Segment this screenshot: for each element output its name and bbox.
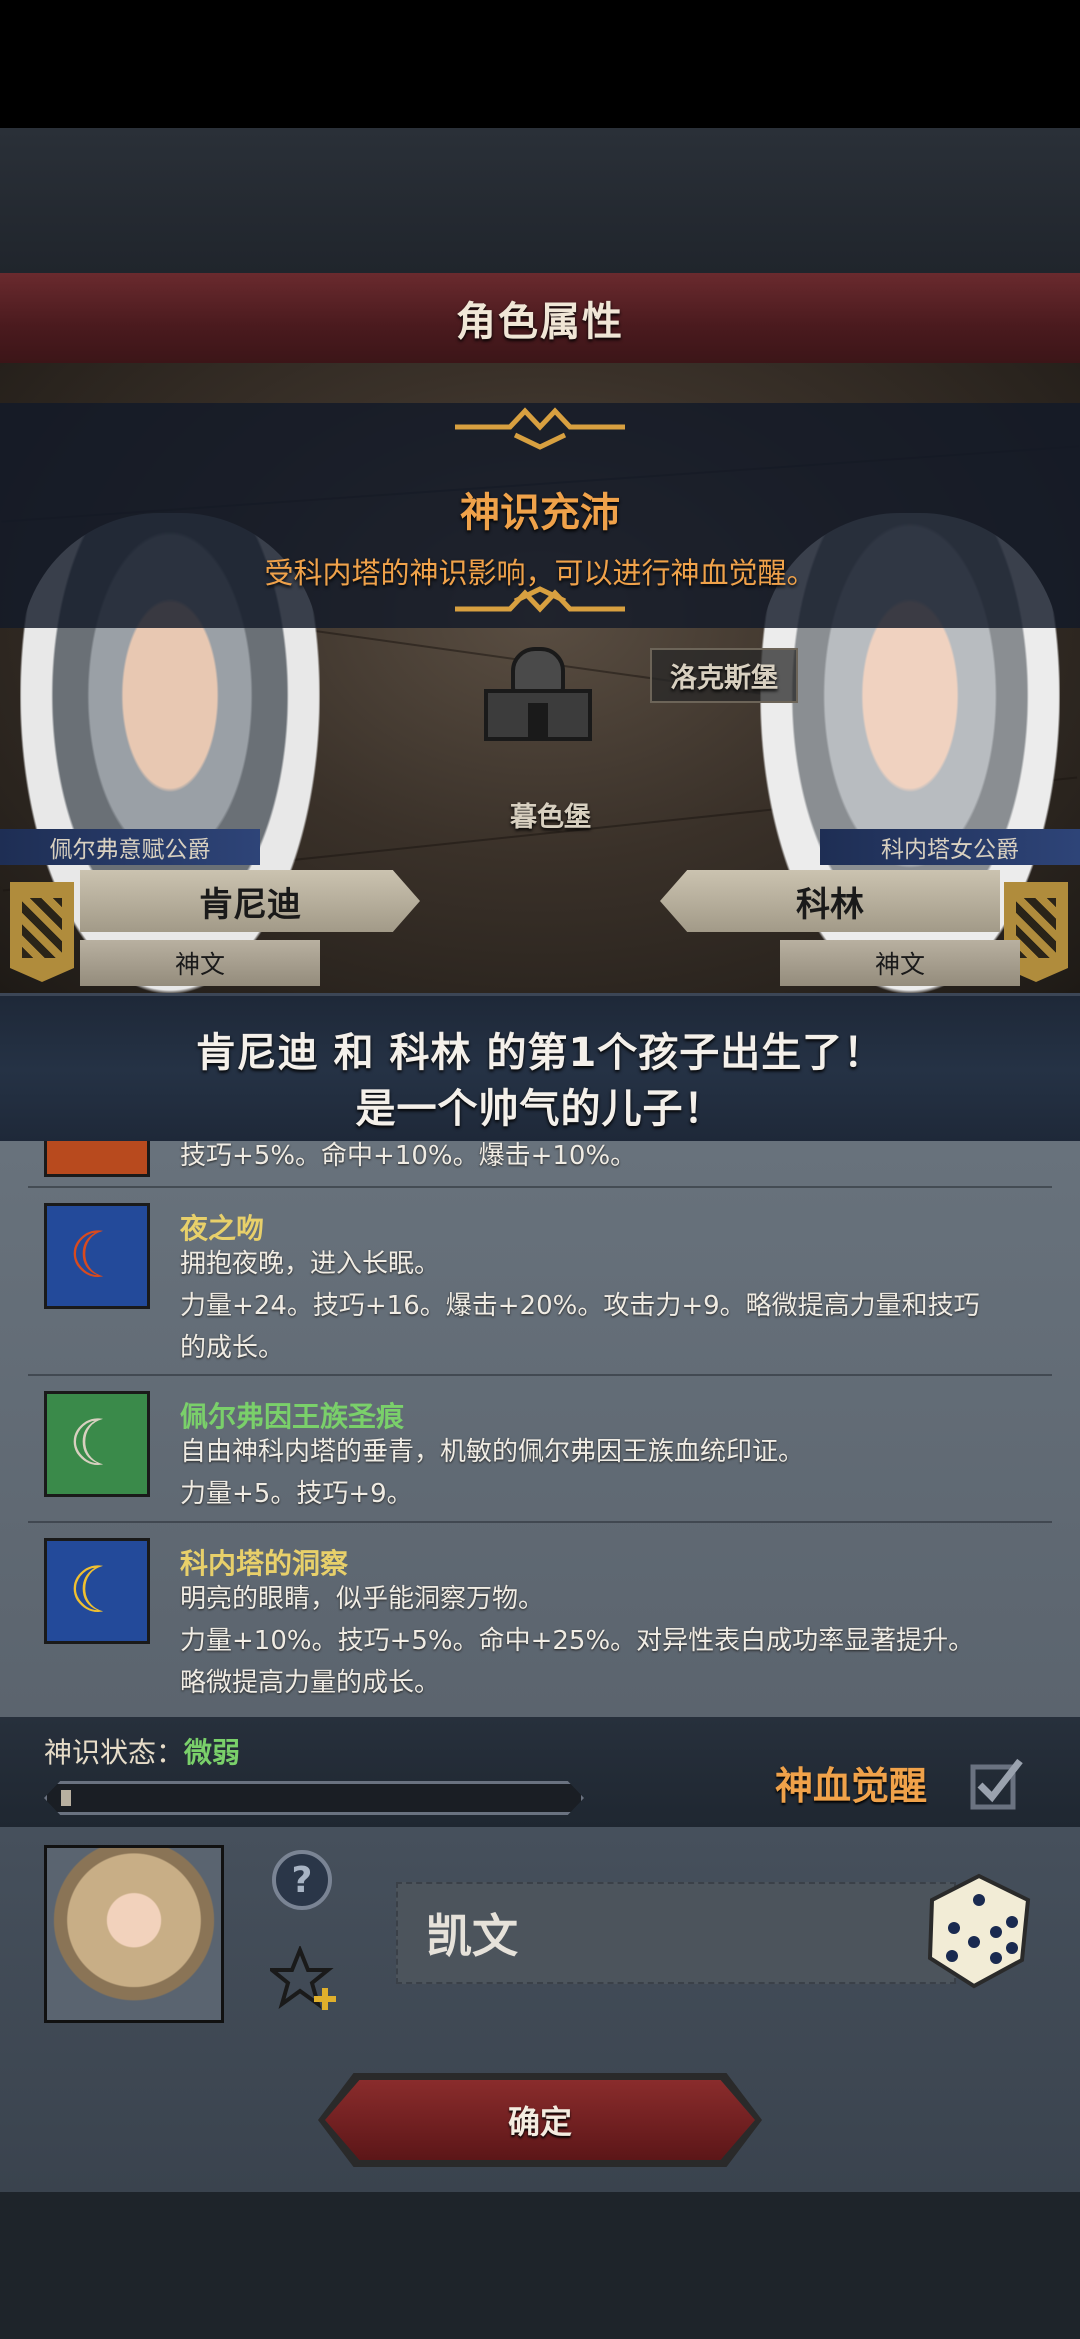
footer-panel — [0, 2192, 1080, 2339]
trait-description: 力量+5。技巧+9。 — [180, 1479, 413, 1509]
star-add-icon[interactable] — [270, 1946, 340, 2012]
divine-status-panel: 神识状态：微弱 神血觉醒 — [0, 1717, 1080, 1827]
confirm-button[interactable]: 确定 — [325, 2080, 755, 2160]
top-panel — [0, 128, 1080, 273]
trait-description: 明亮的眼睛，似乎能洞察万物。 — [180, 1584, 545, 1614]
event-title: 神识充沛 — [460, 490, 620, 536]
child-name-input[interactable]: 凯文 — [396, 1882, 956, 1984]
awaken-checkbox-icon[interactable] — [970, 1757, 1024, 1811]
child-avatar — [44, 1845, 224, 2023]
awaken-label: 神血觉醒 — [775, 1764, 928, 1808]
divine-status-value: 微弱 — [184, 1736, 241, 1769]
crescent-moon-icon: ☾ — [44, 1203, 150, 1309]
trait-description: 技巧+5%。命中+10%。爆击+10%。 — [180, 1141, 637, 1171]
ornament-icon — [455, 586, 625, 613]
divider — [28, 1374, 1052, 1376]
trait-description: 略微提高力量的成长。 — [180, 1668, 441, 1698]
divider — [28, 1186, 1052, 1188]
trait-name: 佩尔弗因王族圣痕 — [180, 1400, 405, 1433]
trait-name: 夜之吻 — [180, 1212, 265, 1245]
father-name: 肯尼迪 — [80, 870, 420, 932]
page-title: 角色属性 — [456, 299, 624, 345]
divine-status-row: 神识状态：微弱 — [44, 1731, 240, 1771]
father-crest-icon — [10, 882, 74, 982]
crescent-moon-icon: ☾ — [44, 1538, 150, 1644]
castle-icon — [484, 647, 592, 741]
status-bar-area — [0, 0, 1080, 128]
divine-status-label: 神识状态： — [44, 1736, 185, 1769]
mother-title: 科内塔女公爵 — [820, 829, 1080, 865]
birth-message-line: 是一个帅气的儿子！ — [355, 1086, 725, 1132]
map-location-label: 洛克斯堡 — [650, 648, 798, 703]
help-icon[interactable]: ? — [272, 1850, 332, 1910]
mother-tag: 神文 — [780, 940, 1020, 986]
birth-message-line: 肯尼迪 和 科林 的第1个孩子出生了！ — [195, 1030, 885, 1076]
trait-description: 力量+24。技巧+16。爆击+20%。攻击力+9。略微提高力量和技巧 — [180, 1291, 980, 1321]
trait-icon — [44, 1141, 150, 1177]
ornament-icon — [455, 407, 625, 450]
birth-message: 肯尼迪 和 科林 的第1个孩子出生了！ 是一个帅气的儿子！ — [0, 993, 1080, 1147]
trait-name: 科内塔的洞察 — [180, 1547, 349, 1580]
trait-description: 拥抱夜晚，进入长眠。 — [180, 1249, 441, 1279]
father-title: 佩尔弗意赋公爵 — [0, 829, 260, 865]
crescent-moon-icon: ☾ — [44, 1391, 150, 1497]
mother-name: 科林 — [660, 870, 1000, 932]
trait-description: 自由神科内塔的垂青，机敏的佩尔弗因王族血统印证。 — [180, 1437, 805, 1467]
divine-progress-bar — [44, 1781, 584, 1815]
divine-progress-fill — [61, 1790, 71, 1806]
trait-description: 力量+10%。技巧+5%。命中+25%。对异性表白成功率显著提升。 — [180, 1626, 975, 1656]
divider — [28, 1521, 1052, 1523]
dice-icon[interactable] — [922, 1870, 1036, 1992]
trait-list[interactable]: 技巧+5%。命中+10%。爆击+10%。 ☾ 夜之吻 拥抱夜晚，进入长眠。 力量… — [0, 1141, 1080, 1717]
map-location-label: 暮色堡 — [510, 802, 591, 833]
father-tag: 神文 — [80, 940, 320, 986]
title-bar: 角色属性 — [0, 273, 1080, 365]
trait-description: 的成长。 — [180, 1333, 285, 1363]
